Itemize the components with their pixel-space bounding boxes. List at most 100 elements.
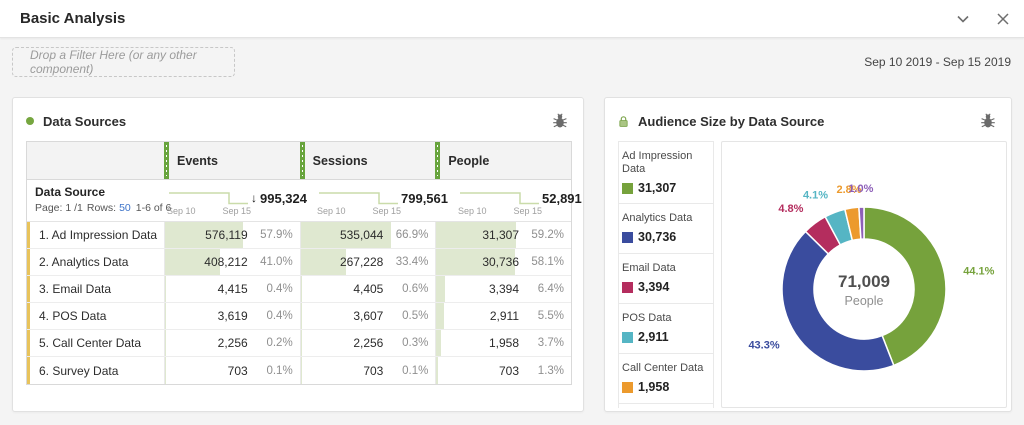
cell-percent: 0.1% [257, 365, 293, 377]
sparkline-labels: Sep 10Sep 15 [458, 206, 542, 216]
cell-percent: 58.1% [528, 256, 564, 268]
lock-icon [618, 115, 629, 128]
metric-cell[interactable]: 1,9583.7% [435, 330, 571, 356]
metric-cell[interactable]: 703 0.1% [300, 357, 436, 384]
column-header-sessions[interactable]: Sessions [300, 142, 436, 179]
legend-swatch-icon [622, 282, 633, 293]
metric-cell[interactable]: 2,9115.5% [435, 303, 571, 329]
dimension-header-cell: Data Source Page: 1 /1Rows:501-6 of 6 [27, 180, 164, 221]
column-total: 52,891 [542, 191, 582, 214]
legend-label: Call Center Data [622, 362, 710, 375]
cell-percent: 0.2% [257, 337, 293, 349]
row-name: 2. Analytics Data [27, 249, 164, 275]
legend-count: 2,911 [622, 330, 710, 344]
metric-cell[interactable]: 7030.1% [164, 357, 300, 384]
metric-cell[interactable]: 3,3946.4% [435, 276, 571, 302]
table-row-2-analytics-data[interactable]: 2. Analytics Data408,21241.0%267,22833.4… [27, 249, 571, 276]
legend-label: Ad Impression Data [622, 150, 710, 176]
cell-fill-bar [165, 330, 166, 356]
cell-percent: 0.6% [392, 283, 428, 295]
table-row-4-pos-data[interactable]: 4. POS Data3,6190.4%3,6070.5%2,9115.5% [27, 303, 571, 330]
cell-percent: 59.2% [528, 229, 564, 241]
legend-value: 30,736 [638, 230, 676, 244]
cell-percent: 0.4% [257, 310, 293, 322]
legend-count: 1,958 [622, 380, 710, 394]
column-accent-bar [300, 142, 305, 179]
bug-icon[interactable] [980, 113, 998, 129]
bug-icon[interactable] [552, 113, 570, 129]
table-row-5-call-center-data[interactable]: 5. Call Center Data2,2560.2%2,2560.3%1,9… [27, 330, 571, 357]
cell-fill-bar [301, 357, 302, 384]
metric-cell[interactable]: 576,119 57.9% [164, 222, 300, 248]
legend-item-email-data[interactable]: Email Data 3,394 [619, 254, 713, 304]
rows-label: Rows: [87, 202, 116, 214]
donut-center-label: People [845, 294, 884, 308]
metric-cell[interactable]: 267,22833.4% [300, 249, 436, 275]
sparkline-wrap: Sep 10Sep 15 [317, 188, 401, 216]
cell-percent: 6.4% [528, 283, 564, 295]
table-body: 1. Ad Impression Data576,11957.9%535,044… [27, 222, 571, 384]
cell-fill-bar [301, 249, 346, 275]
cell-fill-bar [301, 303, 302, 329]
table-row-1-ad-impression-data[interactable]: 1. Ad Impression Data576,11957.9%535,044… [27, 222, 571, 249]
column-total: ↓995,324 [251, 191, 307, 214]
cell-percent: 0.5% [392, 310, 428, 322]
chevron-down-icon[interactable] [956, 12, 970, 26]
chart-legend: Ad Impression Data31,307Analytics Data30… [618, 141, 714, 408]
cell-value: 576,119 [205, 228, 248, 242]
metric-cell[interactable]: 535,04466.9% [300, 222, 436, 248]
metric-cell[interactable]: 4,4050.6% [300, 276, 436, 302]
donut-chart[interactable]: 44.1%43.3%4.8%4.1%2.8%1.0%71,009People [721, 141, 1007, 408]
dimension-label[interactable]: Data Source [35, 185, 160, 199]
date-range[interactable]: Sep 10 2019 - Sep 15 2019 [864, 55, 1011, 69]
metric-cell[interactable]: 31,30759.2% [435, 222, 571, 248]
row-name: 5. Call Center Data [27, 330, 164, 356]
legend-item-ad-impression-data[interactable]: Ad Impression Data31,307 [619, 142, 713, 204]
legend-value: 1,958 [638, 380, 669, 394]
panel-header: Audience Size by Data Source [605, 98, 1011, 132]
total-value: 52,891 [542, 191, 582, 206]
metric-cell[interactable]: 7031.3% [435, 357, 571, 384]
cell-value: 535,044 [340, 228, 383, 242]
table-row-3-email-data[interactable]: 3. Email Data4,4150.4%4,4050.6%3,3946.4% [27, 276, 571, 303]
cell-value: 703 [363, 364, 383, 378]
legend-label: Email Data [622, 262, 710, 275]
slice-percent-label: 44.1% [963, 265, 994, 277]
slice-percent-label: 4.8% [778, 203, 803, 215]
cell-percent: 0.1% [392, 365, 428, 377]
legend-count: 3,394 [622, 280, 710, 294]
panel-header: Data Sources [13, 98, 583, 132]
legend-item-pos-data[interactable]: POS Data 2,911 [619, 304, 713, 354]
legend-label: POS Data [622, 312, 710, 325]
pagination: Page: 1 /1Rows:501-6 of 6 [35, 202, 160, 214]
metric-cell[interactable]: 2,2560.3% [300, 330, 436, 356]
column-total-cell-events: Sep 10Sep 15↓995,324 [164, 180, 314, 221]
column-header-events[interactable]: Events [164, 142, 300, 179]
metric-cell[interactable]: 3,6070.5% [300, 303, 436, 329]
sparkline-end-label: Sep 15 [513, 206, 542, 216]
cell-value: 408,212 [204, 255, 247, 269]
filter-drop-zone[interactable]: Drop a Filter Here (or any other compone… [12, 47, 235, 77]
sparkline [458, 188, 542, 207]
sort-descending-icon[interactable]: ↓ [251, 191, 257, 205]
legend-value: 3,394 [638, 280, 669, 294]
metric-cell[interactable]: 2,2560.2% [164, 330, 300, 356]
close-icon[interactable] [996, 12, 1010, 26]
cell-fill-bar [436, 357, 438, 384]
metric-cell[interactable]: 408,21241.0% [164, 249, 300, 275]
sparkline-start-label: Sep 10 [317, 206, 346, 216]
column-header-people[interactable]: People [435, 142, 571, 179]
sparkline-wrap: Sep 10Sep 15 [167, 188, 251, 216]
cell-percent: 57.9% [257, 229, 293, 241]
sparkline [167, 188, 251, 207]
sparkline-labels: Sep 10Sep 15 [167, 206, 251, 216]
project-title-bar: Basic Analysis [0, 0, 1024, 38]
legend-item-call-center-data[interactable]: Call Center Data 1,958 [619, 354, 713, 404]
metric-cell[interactable]: 4,4150.4% [164, 276, 300, 302]
metric-cell[interactable]: 3,6190.4% [164, 303, 300, 329]
table-row-6-survey-data[interactable]: 6. Survey Data7030.1%7030.1%7031.3% [27, 357, 571, 384]
metric-cell[interactable]: 30,73658.1% [435, 249, 571, 275]
sparkline [317, 188, 401, 207]
rows-per-page-selector[interactable]: 50 [119, 202, 131, 214]
legend-item-analytics-data[interactable]: Analytics Data30,736 [619, 204, 713, 254]
